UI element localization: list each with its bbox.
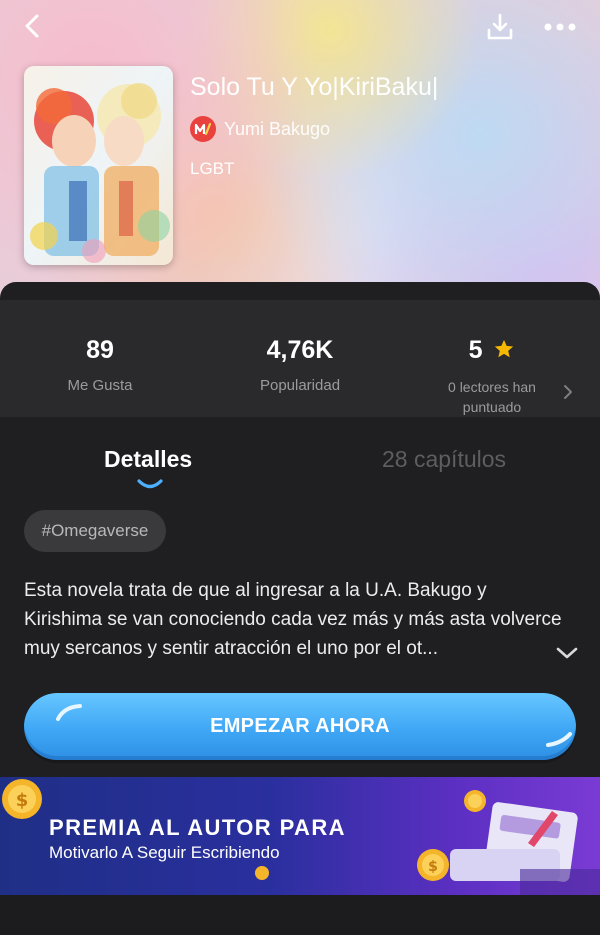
author-badge-icon (190, 116, 216, 142)
stats-panel: 89 Me Gusta 4,76K Popularidad 5 0 lector… (0, 300, 600, 417)
reward-author-banner[interactable]: $ $ PREMIA AL AUTOR PARA Motivarlo A Seg… (0, 777, 600, 895)
more-options-button[interactable] (538, 12, 582, 42)
cover-art-image (24, 66, 173, 265)
start-reading-button[interactable]: EMPEZAR AHORA (24, 693, 576, 760)
start-reading-label: EMPEZAR AHORA (210, 715, 390, 737)
svg-text:$: $ (16, 790, 29, 811)
stat-popularity: 4,76K Popularidad (200, 300, 400, 417)
tag-chip[interactable]: #Omegaverse (24, 510, 166, 552)
book-title: Solo Tu Y Yo|KiriBaku| (190, 73, 439, 101)
author-name: Yumi Bakugo (224, 118, 331, 139)
chevron-down-icon[interactable] (555, 645, 579, 661)
book-description: Esta novela trata de que al ingresar a l… (24, 580, 562, 659)
hero-background: Solo Tu Y Yo|KiriBaku| Yumi Bakugo LGBT (0, 0, 600, 300)
stat-likes: 89 Me Gusta (0, 300, 200, 417)
book-cover[interactable] (24, 66, 173, 265)
popularity-count: 4,76K (266, 336, 334, 364)
likes-label: Me Gusta (67, 377, 133, 394)
stat-rating[interactable]: 5 0 lectores han puntuado (392, 300, 592, 417)
star-icon (495, 339, 514, 358)
rating-row: 5 (392, 336, 592, 365)
banner-subtitle: Motivarlo A Seguir Escribiendo (49, 843, 280, 862)
download-button[interactable] (482, 10, 518, 44)
banner-title: PREMIA AL AUTOR PARA (49, 815, 346, 840)
genre-label[interactable]: LGBT (190, 159, 234, 179)
bottom-area (0, 895, 600, 935)
svg-text:$: $ (428, 859, 438, 875)
more-horizontal-icon (544, 23, 576, 31)
likes-count: 89 (86, 336, 114, 364)
tab-active-indicator (137, 479, 163, 489)
tab-chapters[interactable]: 28 capítulos (382, 446, 506, 473)
button-shine-decoration (56, 704, 82, 721)
download-icon (487, 13, 513, 40)
button-shine-decoration (546, 732, 572, 747)
rating-label: 0 lectores han puntuado (448, 379, 536, 415)
rating-value: 5 (468, 336, 483, 364)
tab-details[interactable]: Detalles (104, 446, 192, 473)
author-link[interactable]: Yumi Bakugo (190, 116, 330, 142)
popularity-label: Popularidad (259, 377, 341, 394)
chevron-left-icon (25, 14, 39, 38)
back-button[interactable] (14, 10, 50, 42)
chevron-right-icon[interactable] (563, 384, 573, 400)
